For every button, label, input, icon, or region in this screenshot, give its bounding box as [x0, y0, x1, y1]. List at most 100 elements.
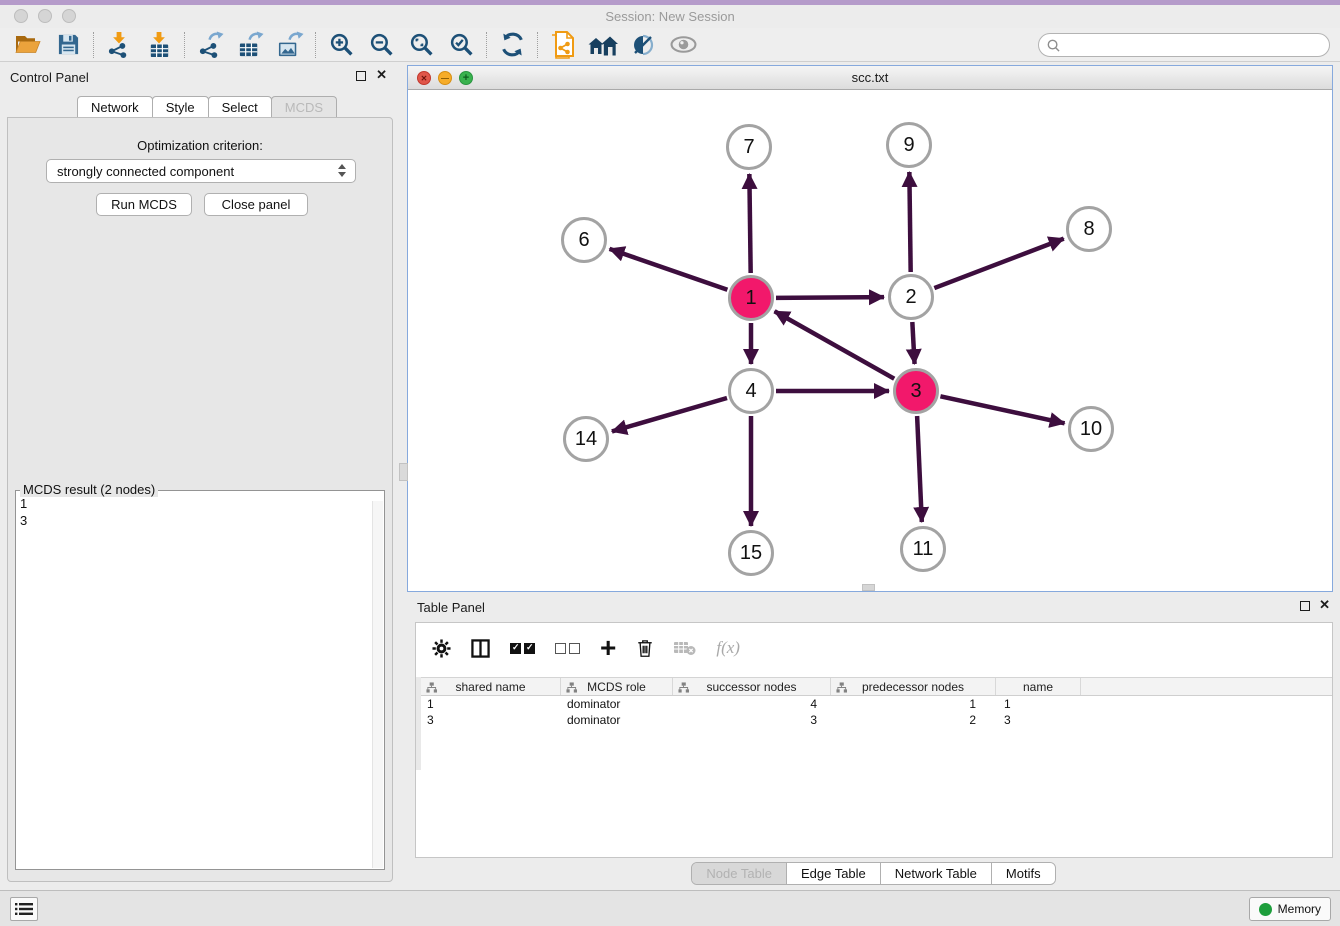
tab-edge-table[interactable]: Edge Table: [786, 863, 880, 884]
edge-2-9[interactable]: [909, 172, 910, 272]
network-canvas[interactable]: 1 2 3 4 6 7 8 9 10 11 14 15: [408, 90, 1332, 591]
node-3[interactable]: 3: [893, 368, 939, 414]
task-history-button[interactable]: [10, 897, 38, 921]
column-header-successor-nodes[interactable]: successor nodes: [673, 678, 831, 695]
memory-button[interactable]: Memory: [1249, 897, 1331, 921]
show-column-icon[interactable]: [471, 639, 490, 658]
node-1[interactable]: 1: [728, 275, 774, 321]
table-cell[interactable]: 1: [831, 696, 996, 712]
float-panel-icon[interactable]: [356, 71, 366, 81]
export-table-icon[interactable]: [230, 30, 270, 60]
memory-label: Memory: [1278, 902, 1321, 916]
horizontal-splitter-handle[interactable]: [862, 584, 875, 591]
tab-network[interactable]: Network: [77, 96, 153, 118]
export-network-icon[interactable]: [190, 30, 230, 60]
add-column-icon[interactable]: [600, 638, 616, 658]
export-image-icon[interactable]: [270, 30, 310, 60]
save-session-icon[interactable]: [48, 30, 88, 60]
edge-1-2[interactable]: [776, 297, 884, 298]
close-table-panel-icon[interactable]: [1319, 597, 1330, 613]
edge-2-8[interactable]: [934, 239, 1063, 288]
table-settings-icon[interactable]: [432, 639, 451, 658]
mcds-panel: Optimization criterion: strongly connect…: [7, 117, 393, 882]
node-14[interactable]: 14: [563, 416, 609, 462]
tab-select[interactable]: Select: [208, 96, 272, 118]
node-10[interactable]: 10: [1068, 406, 1114, 452]
column-label: predecessor nodes: [862, 680, 964, 694]
edge-3-1[interactable]: [775, 311, 895, 378]
table-panel: Table Panel f(x): [407, 592, 1340, 890]
float-table-panel-icon[interactable]: [1300, 601, 1310, 611]
apply-layout-icon[interactable]: [492, 30, 532, 60]
delete-column-icon[interactable]: [636, 638, 654, 658]
function-builder-icon: f(x): [716, 638, 740, 658]
edge-1-6[interactable]: [610, 249, 728, 290]
node-8[interactable]: 8: [1066, 206, 1112, 252]
table-cell[interactable]: 4: [673, 696, 831, 712]
network-window-title: scc.txt: [408, 70, 1332, 85]
search-input[interactable]: [1065, 38, 1329, 52]
zoom-in-icon[interactable]: [321, 30, 361, 60]
toolbar-separator: [93, 32, 94, 58]
table-cell[interactable]: 1: [996, 696, 1081, 712]
node-4[interactable]: 4: [728, 368, 774, 414]
open-session-icon[interactable]: [8, 30, 48, 60]
table-cell[interactable]: 3: [421, 712, 561, 728]
table-header-row: shared name MCDS rolesuccessor nodes prede…: [421, 677, 1332, 696]
tab-mcds[interactable]: MCDS: [271, 96, 337, 118]
column-label: shared name: [455, 680, 525, 694]
column-header-shared-name[interactable]: shared name: [421, 678, 561, 695]
tab-motifs[interactable]: Motifs: [991, 863, 1055, 884]
table-body: 1dominator4113dominator323: [421, 696, 1332, 728]
app-title: Session: New Session: [0, 9, 1340, 24]
eye-icon[interactable]: [663, 30, 703, 60]
table-row[interactable]: 1dominator411: [421, 696, 1332, 712]
column-header-name[interactable]: name: [996, 678, 1081, 695]
edge-1-7[interactable]: [749, 174, 750, 273]
deselect-all-checkboxes-icon[interactable]: [555, 643, 580, 654]
close-panel-button[interactable]: Close panel: [204, 193, 308, 216]
table-cell[interactable]: dominator: [561, 696, 673, 712]
select-all-checkboxes-icon[interactable]: [510, 643, 535, 654]
edge-2-3[interactable]: [912, 322, 914, 364]
node-7[interactable]: 7: [726, 124, 772, 170]
close-panel-icon[interactable]: [376, 67, 387, 83]
edge-3-10[interactable]: [940, 396, 1064, 423]
node-6[interactable]: 6: [561, 217, 607, 263]
hide-graphics-details-icon[interactable]: [623, 30, 663, 60]
import-network-icon[interactable]: [99, 30, 139, 60]
table-cell[interactable]: 3: [673, 712, 831, 728]
edge-4-14[interactable]: [612, 398, 727, 431]
delete-table-icon[interactable]: [674, 640, 696, 656]
node-11[interactable]: 11: [900, 526, 946, 572]
app-titlebar: Session: New Session: [0, 5, 1340, 28]
table-cell[interactable]: 2: [831, 712, 996, 728]
tab-style[interactable]: Style: [152, 96, 209, 118]
main-toolbar: [0, 28, 1340, 62]
import-table-icon[interactable]: [139, 30, 179, 60]
node-9[interactable]: 9: [886, 122, 932, 168]
table-cell[interactable]: 3: [996, 712, 1081, 728]
vertical-splitter-handle[interactable]: [399, 463, 408, 481]
network-window-titlebar[interactable]: scc.txt: [408, 66, 1332, 90]
mcds-result-text[interactable]: 13: [20, 495, 370, 867]
criterion-dropdown[interactable]: strongly connected component: [46, 159, 356, 183]
column-header-MCDS-role[interactable]: MCDS role: [561, 678, 673, 695]
result-scrollbar[interactable]: [372, 501, 383, 868]
node-15[interactable]: 15: [728, 530, 774, 576]
tab-network-table[interactable]: Network Table: [880, 863, 991, 884]
table-cell[interactable]: dominator: [561, 712, 673, 728]
table-row[interactable]: 3dominator323: [421, 712, 1332, 728]
run-mcds-button[interactable]: Run MCDS: [96, 193, 192, 216]
zoom-fit-icon[interactable]: [401, 30, 441, 60]
node-2[interactable]: 2: [888, 274, 934, 320]
zoom-selected-icon[interactable]: [441, 30, 481, 60]
tab-node-table[interactable]: Node Table: [692, 863, 786, 884]
criterion-value: strongly connected component: [57, 164, 234, 179]
table-cell[interactable]: 1: [421, 696, 561, 712]
zoom-out-icon[interactable]: [361, 30, 401, 60]
column-header-predecessor-nodes[interactable]: predecessor nodes: [831, 678, 996, 695]
network-from-selection-icon[interactable]: [543, 30, 583, 60]
overview-icon[interactable]: [583, 30, 623, 60]
edge-3-11[interactable]: [917, 416, 922, 522]
